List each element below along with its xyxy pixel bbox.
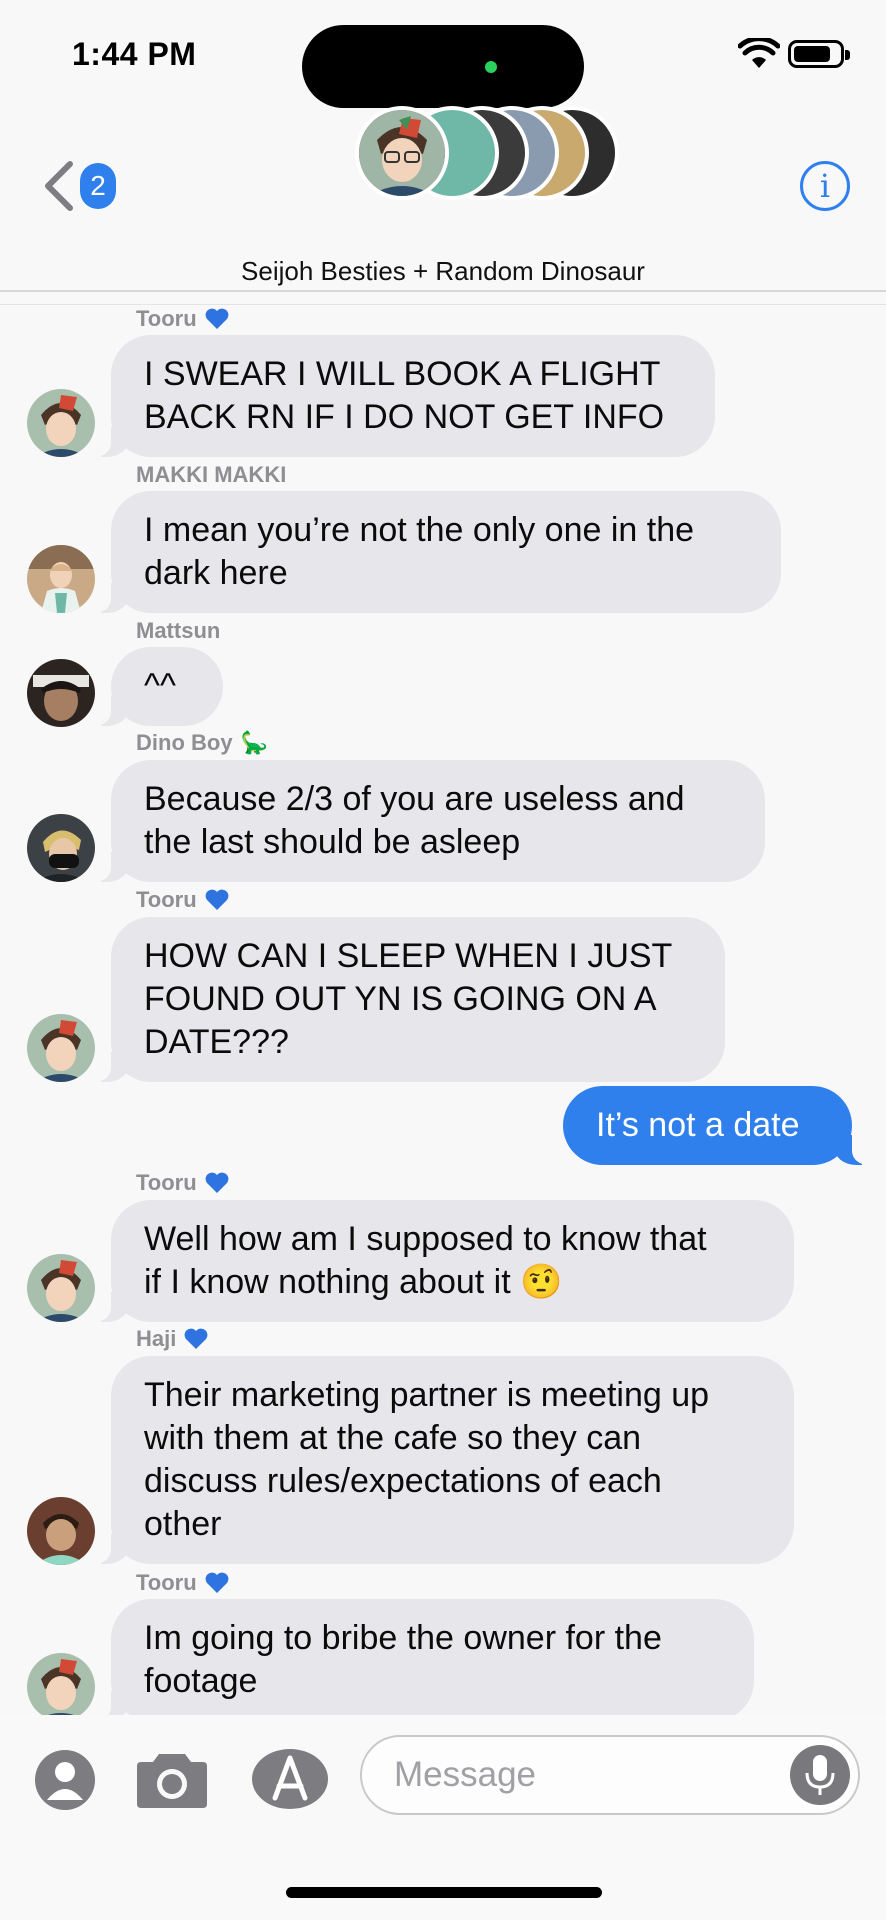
home-indicator[interactable] xyxy=(286,1887,602,1898)
blue-heart-icon xyxy=(205,1572,229,1593)
tooru-avatar[interactable] xyxy=(27,1254,95,1322)
message-text: I SWEAR I WILL BOOK A FLIGHT BACK RN IF … xyxy=(144,355,665,436)
message-text: I mean you’re not the only one in the da… xyxy=(144,511,695,592)
microphone-icon[interactable] xyxy=(790,1745,850,1805)
mattsun-avatar[interactable] xyxy=(27,659,95,727)
message-bubble[interactable]: Well how am I supposed to know that if I… xyxy=(89,1200,794,1322)
makki-avatar[interactable] xyxy=(27,545,95,613)
message-text: ^^ xyxy=(144,667,176,705)
sender-name: Tooru xyxy=(136,1570,229,1596)
haji-avatar[interactable] xyxy=(27,1497,95,1565)
blue-heart-icon xyxy=(184,1328,208,1349)
sender-name: Haji xyxy=(136,1326,208,1352)
blue-heart-icon xyxy=(205,1172,229,1193)
contact-icon[interactable] xyxy=(35,1750,95,1810)
member-avatar-tooru xyxy=(355,106,449,200)
header-divider xyxy=(0,290,886,292)
tooru-avatar[interactable] xyxy=(27,1014,95,1082)
back-chevron-icon[interactable] xyxy=(40,160,80,212)
tooru-avatar[interactable] xyxy=(27,1653,95,1721)
camera-icon[interactable] xyxy=(135,1748,209,1810)
message-text: Because 2/3 of you are useless and the l… xyxy=(144,780,685,861)
blue-heart-icon xyxy=(205,308,229,329)
dinosaur-emoji: 🦕 xyxy=(240,730,268,755)
message-bubble[interactable]: I mean you’re not the only one in the da… xyxy=(89,491,781,613)
info-button[interactable]: i xyxy=(800,161,850,211)
message-bubble[interactable]: HOW CAN I SLEEP WHEN I JUST FOUND OUT YN… xyxy=(89,917,725,1082)
message-placeholder: Message xyxy=(394,1755,537,1794)
message-text: Their marketing partner is meeting up wi… xyxy=(144,1376,710,1543)
imessage-screen: 1:44 PM 2 i Seijoh Besties + Random Dino… xyxy=(0,0,886,1920)
message-bubble[interactable]: ^^ xyxy=(89,647,223,726)
message-text: Well how am I supposed to know that if I… xyxy=(144,1220,707,1301)
message-input[interactable]: Message xyxy=(360,1735,860,1815)
wifi-icon xyxy=(738,38,780,68)
message-bubble[interactable]: I SWEAR I WILL BOOK A FLIGHT BACK RN IF … xyxy=(89,335,715,457)
status-time: 1:44 PM xyxy=(72,36,197,72)
chat-title[interactable]: Seijoh Besties + Random Dinosaur xyxy=(0,256,886,287)
message-text: Im going to bribe the owner for the foot… xyxy=(144,1619,662,1700)
unread-count-badge[interactable]: 2 xyxy=(80,163,116,209)
sender-name: Tooru xyxy=(136,306,229,332)
sender-name: MAKKI MAKKI xyxy=(136,462,287,487)
group-avatar-stack[interactable] xyxy=(355,106,620,202)
sender-name: Mattsun xyxy=(136,618,221,643)
message-bubble[interactable]: Im going to bribe the owner for the foot… xyxy=(89,1599,754,1721)
sender-name: Tooru xyxy=(136,887,229,913)
battery-icon xyxy=(788,40,850,68)
header-divider xyxy=(0,304,886,305)
dino-avatar[interactable] xyxy=(27,814,95,882)
message-bubble[interactable]: Because 2/3 of you are useless and the l… xyxy=(89,760,765,882)
message-bubble[interactable]: Their marketing partner is meeting up wi… xyxy=(89,1356,794,1564)
sender-name: Tooru xyxy=(136,1170,229,1196)
message-text: HOW CAN I SLEEP WHEN I JUST FOUND OUT YN… xyxy=(144,937,673,1061)
message-text: It’s not a date xyxy=(596,1106,800,1144)
blue-heart-icon xyxy=(205,889,229,910)
tooru-avatar[interactable] xyxy=(27,389,95,457)
app-store-icon[interactable] xyxy=(251,1748,329,1810)
sender-name: Dino Boy 🦕 xyxy=(136,730,268,755)
camera-indicator-dot xyxy=(485,61,497,73)
dynamic-island xyxy=(302,25,584,108)
outgoing-message-bubble[interactable]: It’s not a date xyxy=(563,1086,874,1165)
